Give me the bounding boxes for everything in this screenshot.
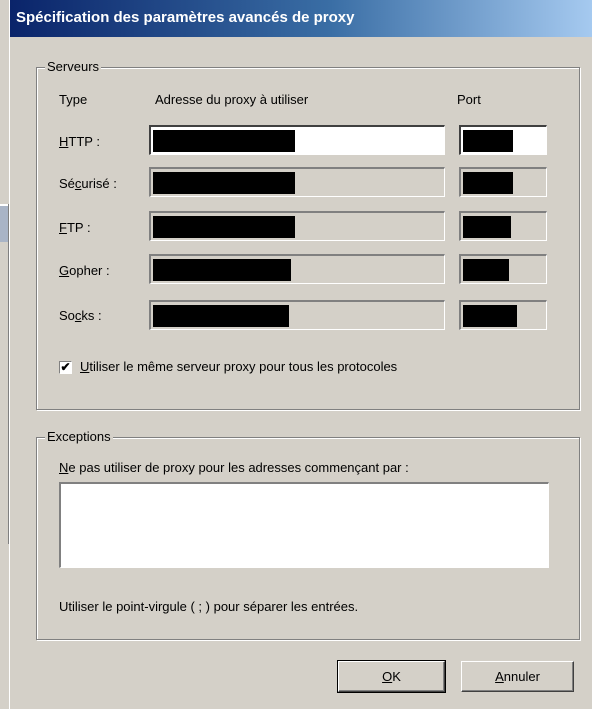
socks-address-input[interactable] [149, 300, 445, 330]
column-header-address: Adresse du proxy à utiliser [155, 92, 309, 107]
ftp-address-input[interactable] [149, 211, 445, 241]
secure-port-input[interactable] [459, 167, 547, 197]
http-port-input[interactable] [459, 125, 547, 155]
ftp-label: FTP : [59, 220, 91, 235]
redacted-secure-port [463, 172, 513, 194]
same-proxy-checkbox[interactable]: ✔ [59, 361, 72, 374]
servers-group-label: Serveurs [45, 59, 102, 74]
background-window-edge [0, 0, 9, 709]
gopher-label: Gopher : [59, 263, 110, 278]
redacted-http-address [153, 130, 295, 152]
same-proxy-label[interactable]: Utiliser le même serveur proxy pour tous… [80, 359, 397, 374]
secure-label: Sécurisé : [59, 176, 117, 191]
redacted-gopher-address [153, 259, 291, 281]
redacted-ftp-address [153, 216, 295, 238]
title-bar[interactable]: Spécification des paramètres avancés de … [10, 0, 592, 37]
column-header-type: Type [59, 92, 88, 107]
redacted-http-port [463, 130, 513, 152]
gopher-port-input[interactable] [459, 254, 547, 284]
http-address-input[interactable] [149, 125, 445, 155]
http-label: HTTP : [59, 134, 100, 149]
exceptions-prompt-label: Ne pas utiliser de proxy pour les adress… [59, 460, 409, 475]
proxy-settings-dialog: Spécification des paramètres avancés de … [9, 0, 592, 709]
exceptions-group-label: Exceptions [45, 429, 113, 444]
exceptions-textarea[interactable] [59, 482, 549, 568]
secure-address-input[interactable] [149, 167, 445, 197]
redacted-socks-port [463, 305, 517, 327]
gopher-address-input[interactable] [149, 254, 445, 284]
dialog-title: Spécification des paramètres avancés de … [16, 9, 355, 26]
ok-button[interactable]: OK [337, 660, 446, 693]
exceptions-group: Exceptions Ne pas utiliser de proxy pour… [36, 429, 580, 640]
socks-label: Socks : [59, 308, 102, 323]
exceptions-hint: Utiliser le point-virgule ( ; ) pour sép… [59, 599, 359, 614]
servers-group: Serveurs Type Adresse du proxy à utilise… [36, 59, 580, 410]
ftp-port-input[interactable] [459, 211, 547, 241]
redacted-ftp-port [463, 216, 511, 238]
redacted-socks-address [153, 305, 289, 327]
redacted-gopher-port [463, 259, 509, 281]
redacted-secure-address [153, 172, 295, 194]
column-header-port: Port [457, 92, 481, 107]
socks-port-input[interactable] [459, 300, 547, 330]
cancel-button[interactable]: Annuler [461, 661, 574, 692]
